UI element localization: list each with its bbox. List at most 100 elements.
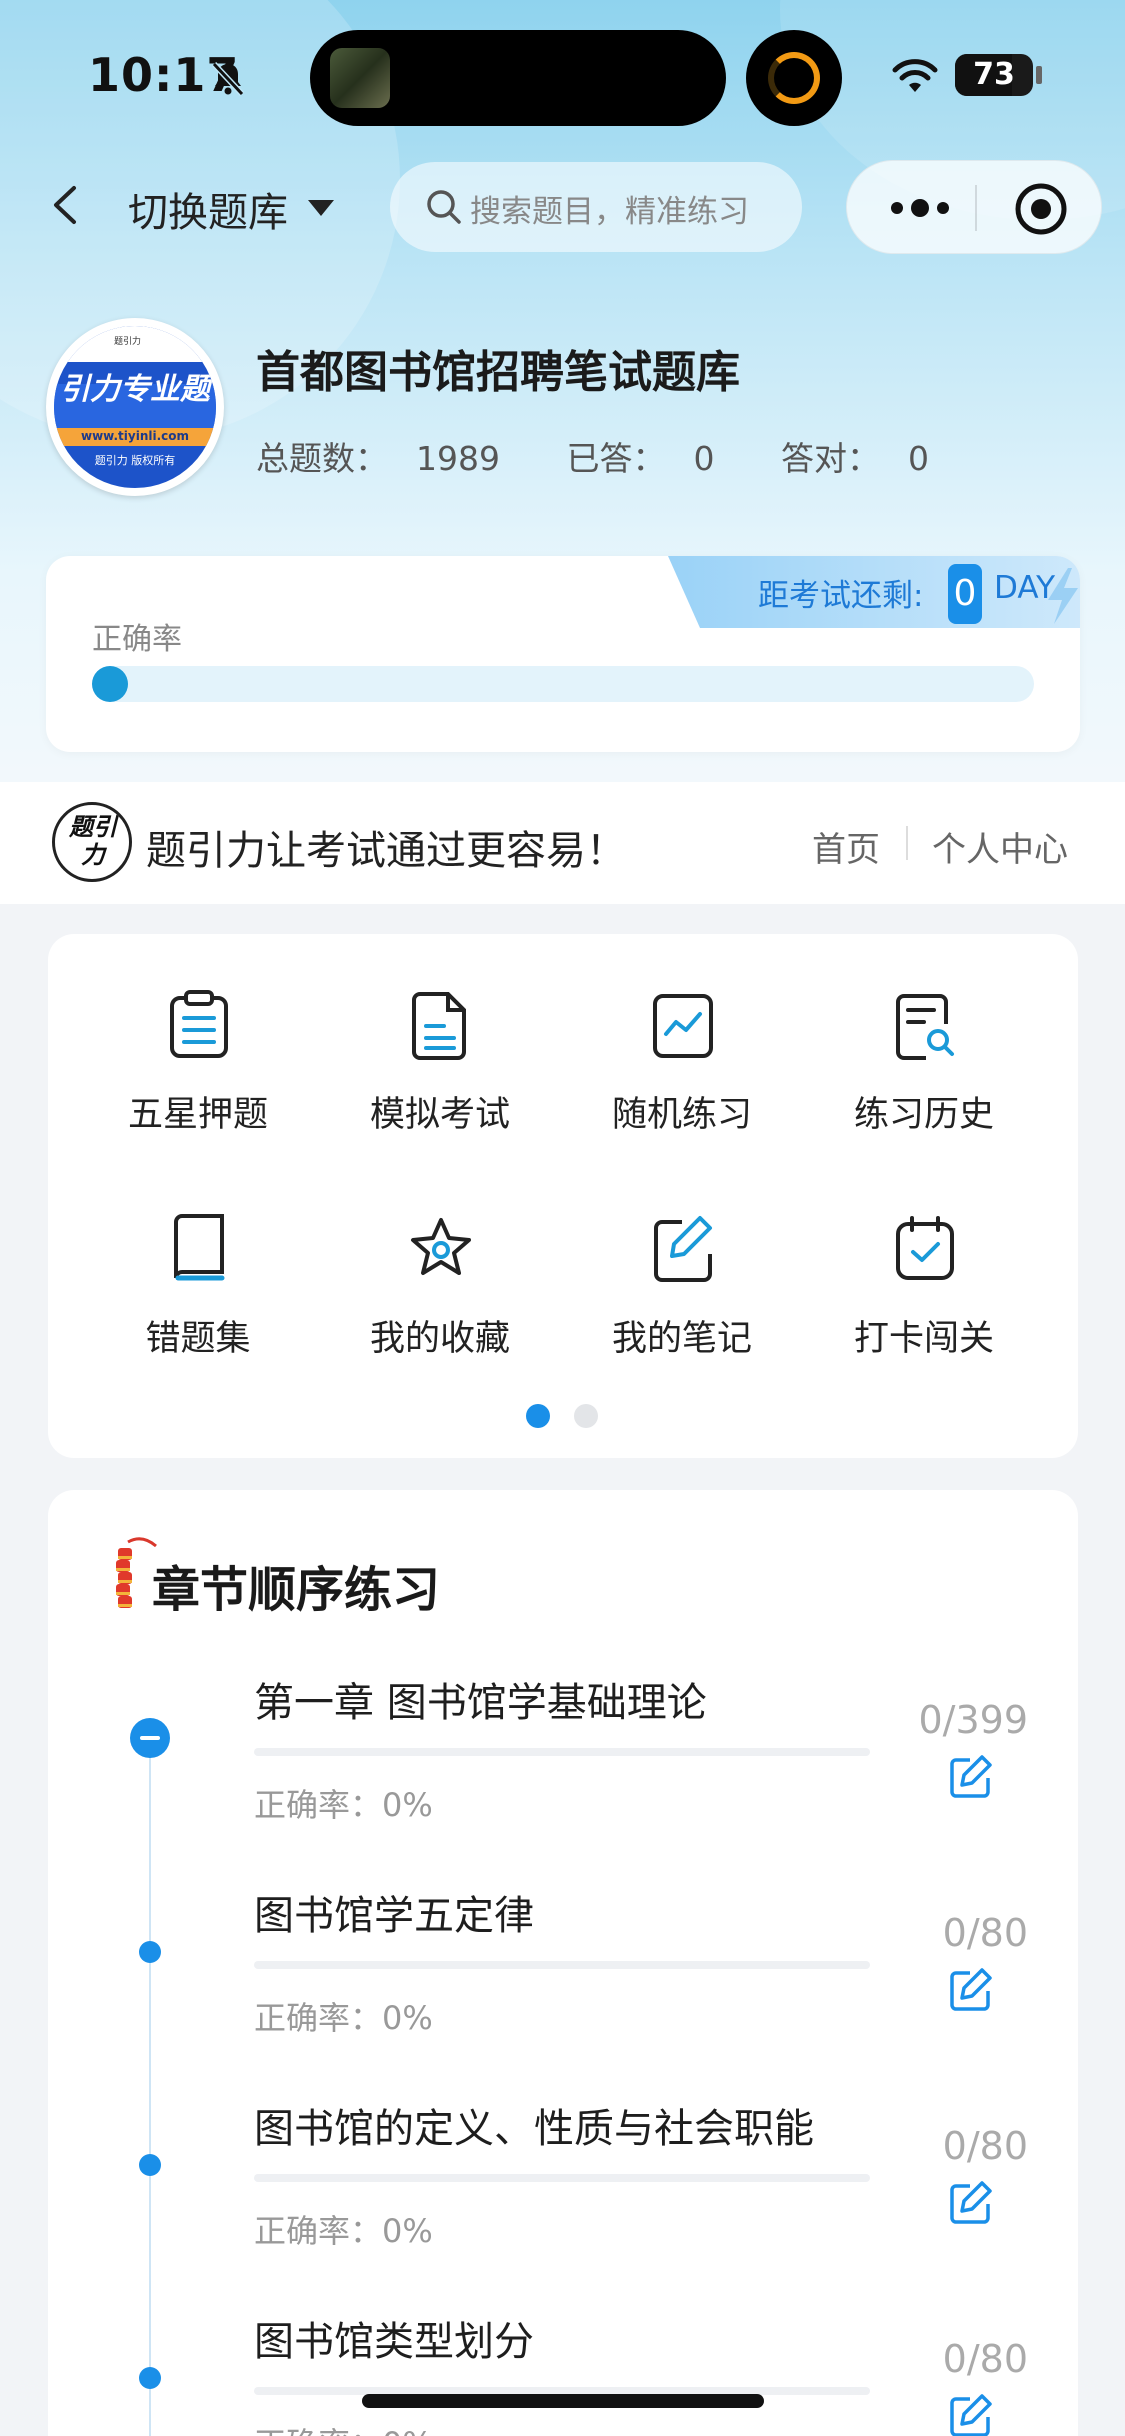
accuracy-progress-track (92, 666, 1034, 702)
chapter-item[interactable]: 图书馆的定义、性质与社会职能 正确率：0% 0/80 (48, 2096, 1078, 2296)
chapter-accuracy: 正确率：0% (254, 1786, 433, 1824)
accuracy-progress-thumb (92, 666, 128, 702)
chapter-progress (254, 1748, 870, 1756)
function-label: 模拟考试 (369, 1095, 510, 1135)
home-indicator[interactable] (362, 2394, 764, 2408)
bank-logo: 题引力 引力专业题 www.tiyinli.com 题引力 版权所有 (46, 318, 224, 496)
function-label: 我的收藏 (369, 1319, 510, 1359)
search-placeholder: 搜索题目，精准练习 (470, 194, 749, 230)
chapter-count: 0/80 (942, 1911, 1028, 1955)
logo-footer: 题引力 版权所有 (94, 454, 176, 467)
chart-line-icon (653, 994, 713, 1058)
stat-answered: 已答： 0 (566, 439, 715, 478)
bank-title: 首都图书馆招聘笔试题库 (256, 347, 740, 398)
close-miniprogram-icon[interactable] (1013, 181, 1069, 237)
capsule-divider (975, 185, 977, 231)
link-divider (906, 826, 908, 860)
function-random-practice[interactable]: 随机练习 (562, 990, 802, 1190)
function-label: 五星押题 (127, 1095, 268, 1135)
exam-countdown: 距考试还剩: 0 DAY (668, 556, 1080, 628)
chapter-count: 0/80 (942, 2337, 1028, 2381)
bank-stats: 总题数： 1989 已答： 0 答对： 0 (256, 432, 985, 480)
logo-url: www.tiyinli.com (80, 429, 190, 443)
function-label: 练习历史 (853, 1095, 994, 1135)
chapter-progress (254, 2174, 870, 2182)
document-icon (412, 992, 466, 1060)
battery-tip (1036, 66, 1042, 84)
function-label: 打卡闯关 (853, 1319, 994, 1359)
personal-center-link[interactable]: 个人中心 (932, 822, 1068, 871)
function-grid: 五星押题 模拟考试 随机练习 练习历史 错题集 我的收藏 我的笔记 打卡闯关 (48, 934, 1078, 1458)
firecracker-icon (116, 1537, 157, 1608)
edit-icon[interactable] (948, 1754, 994, 1800)
calendar-check-icon (896, 1216, 954, 1280)
chapter-accuracy: 正确率：0% (254, 2419, 433, 2436)
slogan-bar: 题引力 题引力让考试通过更容易！ 首页 个人中心 (0, 782, 1125, 904)
chapter-name: 第一章 图书馆学基础理论 (254, 1680, 707, 1726)
logo-top-text: 题引力 (114, 337, 142, 347)
chapter-name: 图书馆学五定律 (254, 1893, 534, 1939)
timeline-dot (139, 2154, 161, 2176)
battery-indicator: 73 (955, 54, 1033, 96)
wifi-icon (892, 59, 938, 92)
battery-level: 73 (973, 57, 1015, 92)
chapter-item[interactable]: 图书馆学五定律 正确率：0% 0/80 (48, 1883, 1078, 2083)
function-check-in[interactable]: 打卡闯关 (804, 1214, 1044, 1414)
stat-total: 总题数： 1989 (256, 439, 500, 478)
function-label: 错题集 (145, 1319, 251, 1359)
function-label: 我的笔记 (611, 1319, 752, 1359)
edit-icon[interactable] (948, 2393, 994, 2436)
function-history[interactable]: 练习历史 (804, 990, 1044, 1190)
chapter-accuracy: 正确率：0% (254, 2212, 433, 2250)
back-arrow-icon[interactable] (44, 170, 94, 240)
function-label: 随机练习 (611, 1095, 752, 1135)
chapter-count: 0/399 (918, 1698, 1028, 1742)
function-notes[interactable]: 我的笔记 (562, 1214, 802, 1414)
function-wrong-questions[interactable]: 错题集 (78, 1214, 318, 1414)
collapse-icon[interactable] (130, 1718, 170, 1758)
chapter-count: 0/80 (942, 2124, 1028, 2168)
brand-logo-text: 题引力 (69, 813, 117, 869)
function-five-star[interactable]: 五星押题 (78, 990, 318, 1190)
document-search-icon (896, 994, 954, 1060)
chapter-item[interactable]: 第一章 图书馆学基础理论 正确率：0% 0/399 (48, 1670, 1078, 1870)
chapter-item[interactable]: 图书馆类型划分 正确率：0% 0/80 (48, 2309, 1078, 2436)
dynamic-island (310, 30, 726, 126)
chapter-progress (254, 1961, 870, 1969)
logo-text: 引力专业题 (60, 372, 210, 407)
edit-icon (654, 1216, 712, 1282)
stat-correct: 答对： 0 (780, 439, 929, 478)
function-mock-exam[interactable]: 模拟考试 (320, 990, 560, 1190)
chapter-name: 图书馆类型划分 (254, 2319, 534, 2365)
brand-logo: 题引力 (52, 802, 132, 882)
edit-icon[interactable] (948, 1967, 994, 2013)
edit-icon[interactable] (948, 2180, 994, 2226)
clipboard-list-icon (170, 990, 228, 1058)
timeline-dot (139, 2367, 161, 2389)
countdown-label: 距考试还剩: (758, 578, 924, 614)
chapter-name: 图书馆的定义、性质与社会职能 (254, 2106, 814, 2152)
caret-down-icon[interactable] (306, 196, 336, 220)
pager-dot-active[interactable] (526, 1404, 550, 1428)
accuracy-card: 距考试还剩: 0 DAY 正确率 (46, 556, 1080, 752)
bell-muted-icon (211, 61, 245, 97)
search-bar[interactable]: 搜索题目，精准练习 (390, 162, 802, 252)
star-icon (411, 1218, 471, 1275)
chapter-accuracy: 正确率：0% (254, 1999, 433, 2037)
search-icon (427, 190, 461, 224)
function-favorites[interactable]: 我的收藏 (320, 1214, 560, 1414)
media-thumbnail (330, 48, 390, 108)
chapter-practice-card: 章节顺序练习 第一章 图书馆学基础理论 正确率：0% 0/399 图书馆学五定律… (48, 1490, 1078, 2436)
chapter-section-title: 章节顺序练习 (152, 1562, 441, 1618)
pager-dot[interactable] (574, 1404, 598, 1428)
slogan-text: 题引力让考试通过更容易！ (146, 828, 626, 874)
switch-bank-button[interactable]: 切换题库 (128, 180, 288, 238)
countdown-value: 0 (948, 564, 982, 624)
home-link[interactable]: 首页 (812, 822, 880, 871)
accuracy-label: 正确率 (92, 622, 182, 657)
timeline-dot (139, 1941, 161, 1963)
status-bar: 10:17 73 (0, 0, 1125, 150)
book-icon (174, 1214, 225, 1281)
lightning-icon (1048, 568, 1078, 624)
more-icon[interactable] (885, 183, 955, 233)
